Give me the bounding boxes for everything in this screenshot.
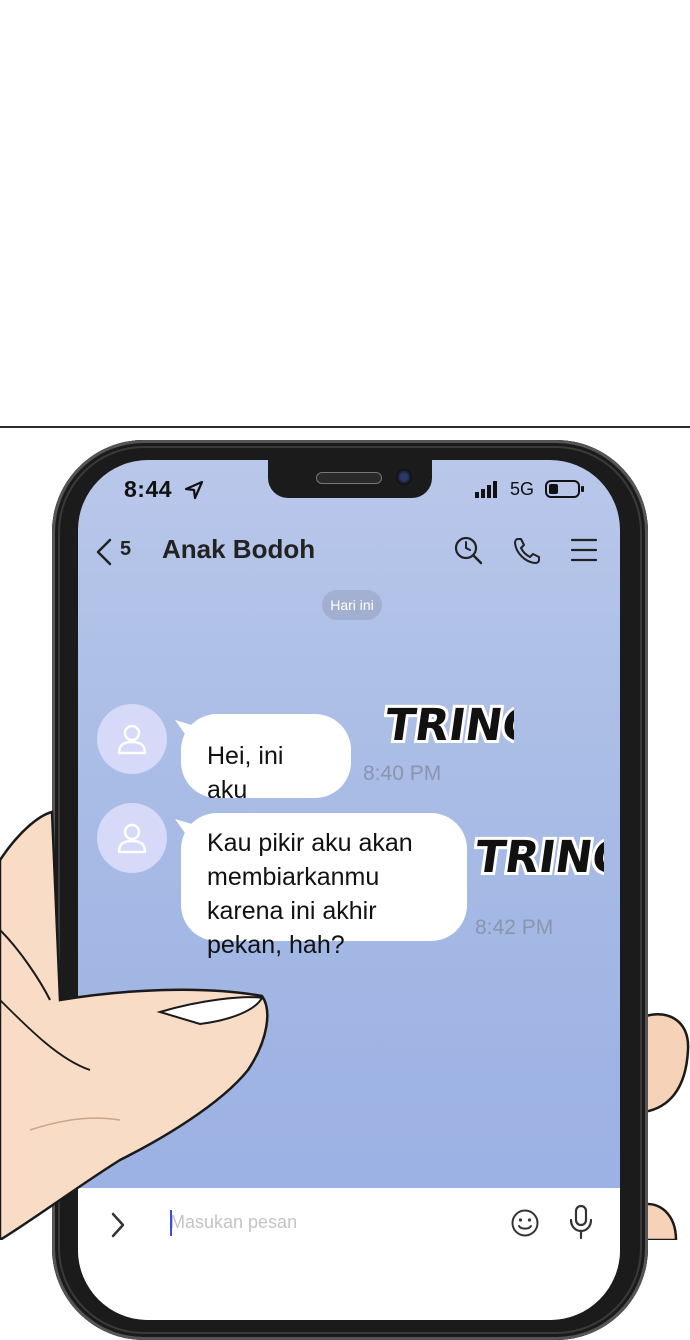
thumb-illustration: [0, 810, 269, 1240]
